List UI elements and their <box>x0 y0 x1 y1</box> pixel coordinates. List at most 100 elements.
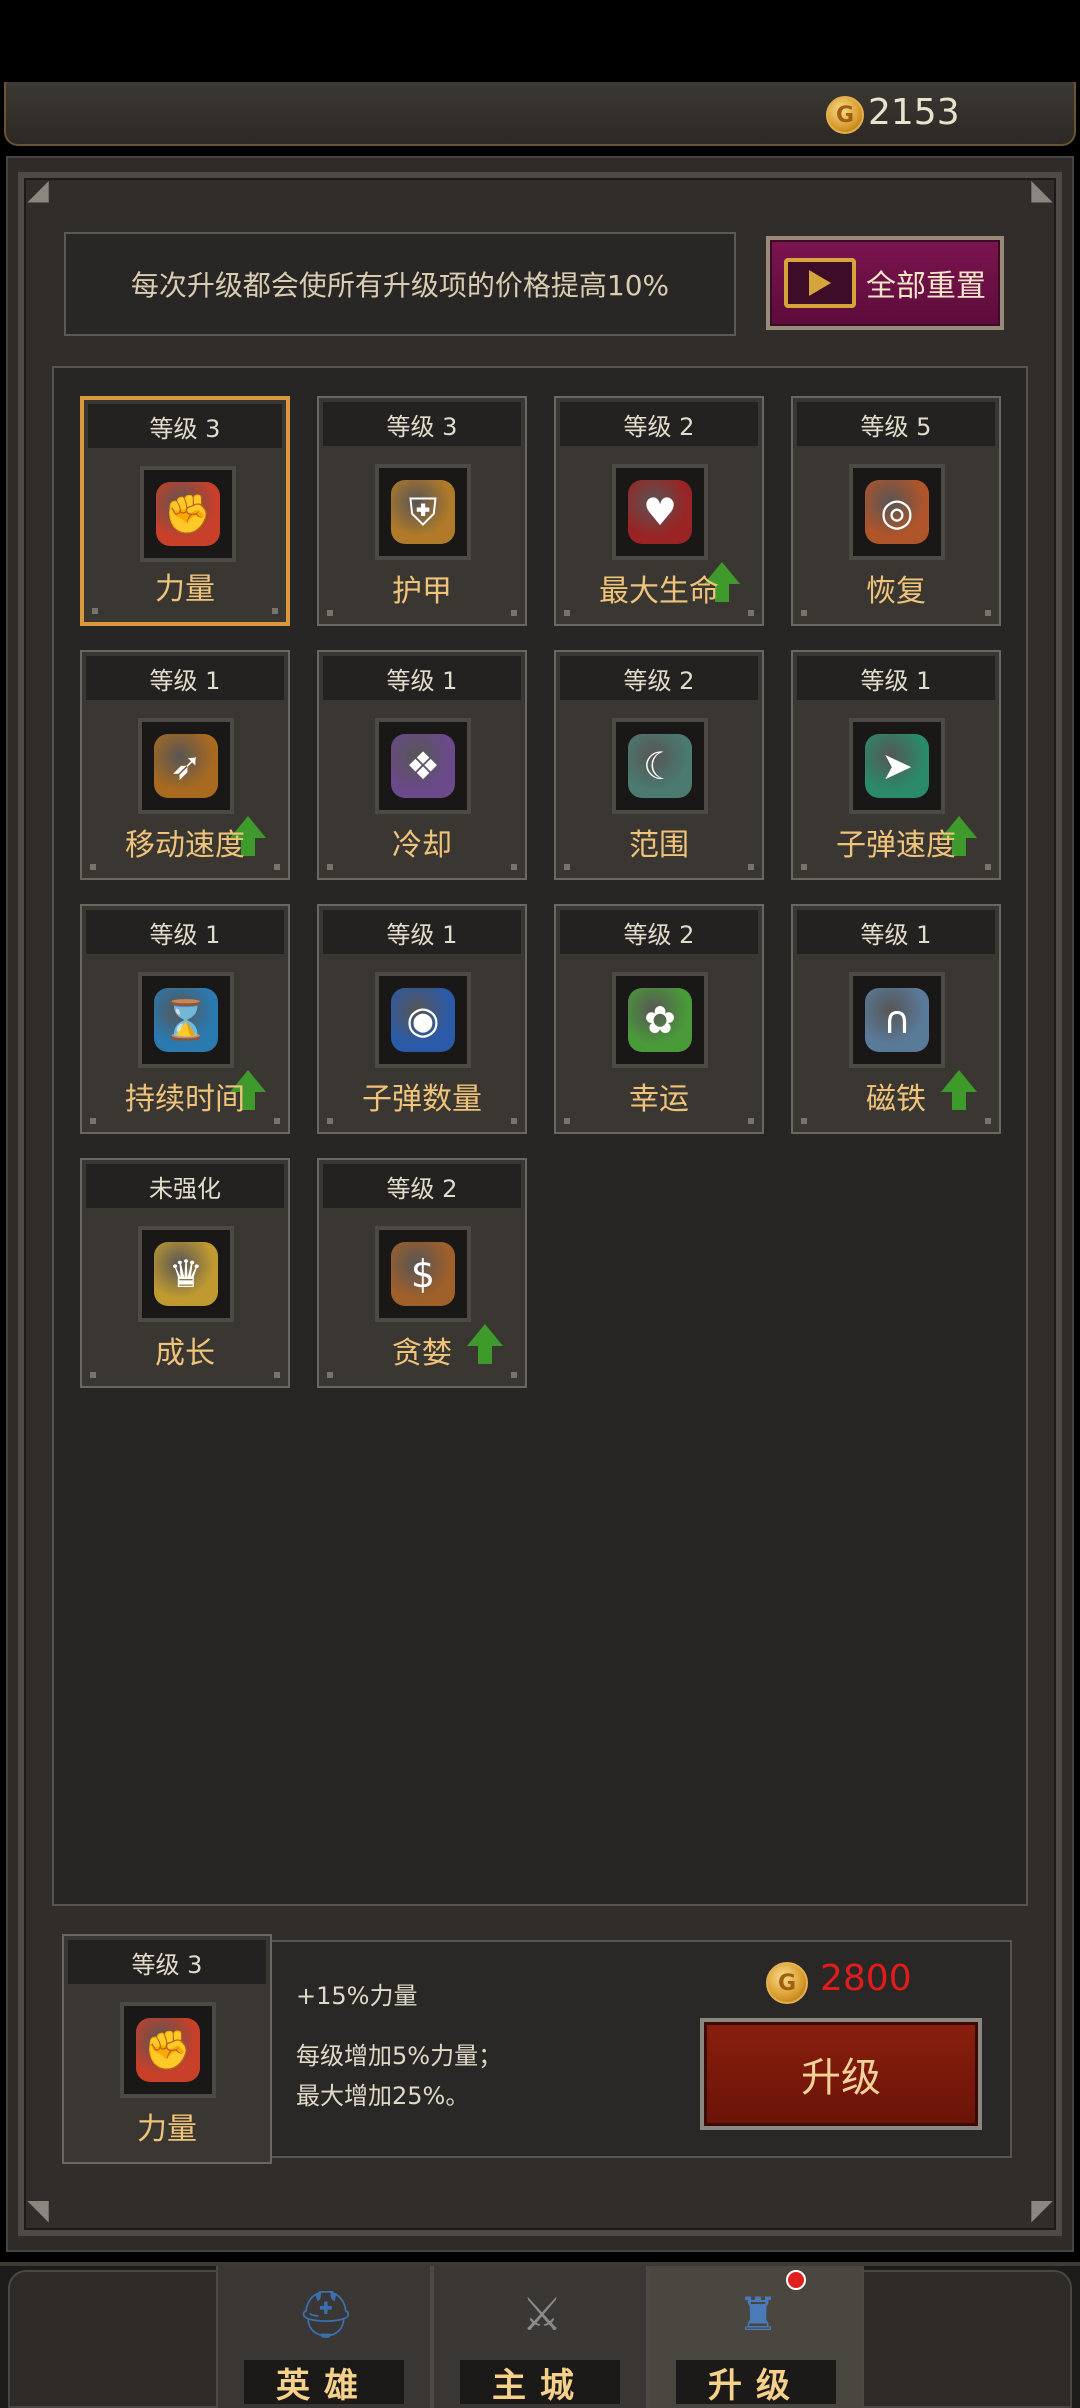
nav-tab[interactable]: ⚔ 主城 <box>432 2266 648 2408</box>
upgrade-level: 等级 2 <box>560 656 758 700</box>
gold-coin-icon: G <box>766 1962 808 2004</box>
gold-coin-icon: G <box>826 96 864 134</box>
upgrade-name: 力量 <box>137 2112 197 2147</box>
upgrade-level: 等级 1 <box>797 910 995 954</box>
amulet-icon: ☾ <box>628 734 692 798</box>
upgrade-icon-frame: ♛ <box>138 1226 234 1322</box>
nav-tab-label: 主城 <box>460 2360 620 2406</box>
upgrade-card[interactable]: 等级 5 ◎ 恢复 <box>791 396 1001 626</box>
blue-ring-icon: ◉ <box>391 988 455 1052</box>
upgrade-card[interactable]: 等级 1 ⌛ 持续时间 <box>80 904 290 1134</box>
ring-icon: ◎ <box>865 480 929 544</box>
corner-ornament-icon: ◥ <box>27 2193 49 2226</box>
upgrade-card[interactable]: 等级 2 ☾ 范围 <box>554 650 764 880</box>
upgrade-card[interactable]: 等级 3 ✊ 力量 <box>80 396 290 626</box>
card-rivet <box>748 1118 754 1124</box>
upgrade-icon-frame: ✿ <box>612 972 708 1068</box>
nav-tab[interactable]: ⛑ 英雄 <box>216 2266 432 2408</box>
upgrade-name: 力量 <box>155 572 215 607</box>
upgrade-name: 持续时间 <box>125 1082 245 1117</box>
card-rivet <box>564 1118 570 1124</box>
card-rivet <box>274 1372 280 1378</box>
upgrade-level: 等级 3 <box>323 402 521 446</box>
card-rivet <box>801 610 807 616</box>
upgrade-level: 等级 1 <box>86 910 284 954</box>
upgrade-card[interactable]: 等级 1 ❖ 冷却 <box>317 650 527 880</box>
card-rivet <box>564 864 570 870</box>
upgrade-card[interactable]: 等级 2 ♥ 最大生命 <box>554 396 764 626</box>
upgrade-card[interactable]: 等级 1 ➤ 子弹速度 <box>791 650 1001 880</box>
upgrade-name: 贪婪 <box>392 1336 452 1371</box>
spellbook-icon: ❖ <box>391 734 455 798</box>
upgrade-level: 等级 2 <box>323 1164 521 1208</box>
upgrade-name: 子弹速度 <box>836 828 956 863</box>
corner-ornament-icon: ◤ <box>1031 2193 1053 2226</box>
gold-amount: 2153 <box>868 92 960 133</box>
upgrade-card[interactable]: 等级 2 ✿ 幸运 <box>554 904 764 1134</box>
card-rivet <box>985 864 991 870</box>
upgrade-card[interactable]: 等级 1 ∩ 磁铁 <box>791 904 1001 1134</box>
money-bag-icon: $ <box>391 1242 455 1306</box>
upgrade-card[interactable]: 未强化 ♛ 成长 <box>80 1158 290 1388</box>
upgrade-icon-frame: $ <box>375 1226 471 1322</box>
upgrade-level: 等级 2 <box>560 910 758 954</box>
card-rivet <box>92 608 98 614</box>
card-rivet <box>274 864 280 870</box>
card-rivet <box>564 610 570 616</box>
hero-helmet-icon: ⛑ <box>296 2286 356 2341</box>
card-rivet <box>272 608 278 614</box>
upgrade-icon-frame: ➶ <box>138 718 234 814</box>
upgrade-name: 护甲 <box>392 574 452 609</box>
selected-upgrade-card: 等级 3 ✊ 力量 <box>62 1934 272 2164</box>
upgrade-card[interactable]: 等级 2 $ 贪婪 <box>317 1158 527 1388</box>
upgrade-card[interactable]: 等级 3 ⛨ 护甲 <box>317 396 527 626</box>
upgrade-card[interactable]: 等级 1 ◉ 子弹数量 <box>317 904 527 1134</box>
reset-all-button[interactable]: 全部重置 <box>766 236 1004 330</box>
upgrade-effect-title: +15%力量 <box>296 1982 418 2010</box>
strength-bracer-icon: ✊ <box>156 482 220 546</box>
video-play-icon <box>784 258 856 308</box>
nav-tab[interactable]: ♜ 升级 <box>648 2266 864 2408</box>
gauntlet-icon: ➤ <box>865 734 929 798</box>
upgrade-card[interactable]: 等级 1 ➶ 移动速度 <box>80 650 290 880</box>
upgrade-icon-frame: ➤ <box>849 718 945 814</box>
upgrade-level: 未强化 <box>86 1164 284 1208</box>
card-rivet <box>511 610 517 616</box>
magnet-helm-icon: ∩ <box>865 988 929 1052</box>
card-rivet <box>748 610 754 616</box>
upgrade-name: 最大生命 <box>599 574 719 609</box>
upgrade-level: 等级 1 <box>797 656 995 700</box>
upgrade-name: 恢复 <box>866 574 926 609</box>
upgrade-icon-frame: ⌛ <box>138 972 234 1068</box>
upgrade-level: 等级 3 <box>68 1940 266 1984</box>
upgrade-name: 冷却 <box>392 828 452 863</box>
upgrade-icon-frame: ⛨ <box>375 464 471 560</box>
upgrade-level: 等级 1 <box>86 656 284 700</box>
card-rivet <box>801 1118 807 1124</box>
card-rivet <box>90 864 96 870</box>
crossed-swords-icon: ⚔ <box>521 2287 563 2341</box>
card-rivet <box>327 610 333 616</box>
upgrade-icon-frame: ◉ <box>375 972 471 1068</box>
upgrade-icon-frame: ∩ <box>849 972 945 1068</box>
status-bar <box>0 0 1080 80</box>
card-rivet <box>748 864 754 870</box>
upgrade-description-max: 最大增加25%。 <box>296 2082 470 2110</box>
upgrade-level: 等级 1 <box>323 910 521 954</box>
card-rivet <box>511 1118 517 1124</box>
crown-icon: ♛ <box>154 1242 218 1306</box>
corner-ornament-icon: ◣ <box>1031 173 1053 206</box>
helmet-icon: ♥ <box>628 480 692 544</box>
upgrade-name: 移动速度 <box>125 828 245 863</box>
card-rivet <box>327 864 333 870</box>
upgrade-name: 范围 <box>629 828 689 863</box>
upgrade-name: 幸运 <box>629 1082 689 1117</box>
card-rivet <box>327 1118 333 1124</box>
upgrade-icon-frame: ✊ <box>120 2002 216 2098</box>
upgrade-name: 子弹数量 <box>362 1082 482 1117</box>
card-rivet <box>90 1118 96 1124</box>
upgrade-icon-frame: ☾ <box>612 718 708 814</box>
upgrade-button[interactable]: 升级 <box>700 2018 982 2130</box>
upgrade-icon-frame: ♥ <box>612 464 708 560</box>
upgrade-level: 等级 5 <box>797 402 995 446</box>
